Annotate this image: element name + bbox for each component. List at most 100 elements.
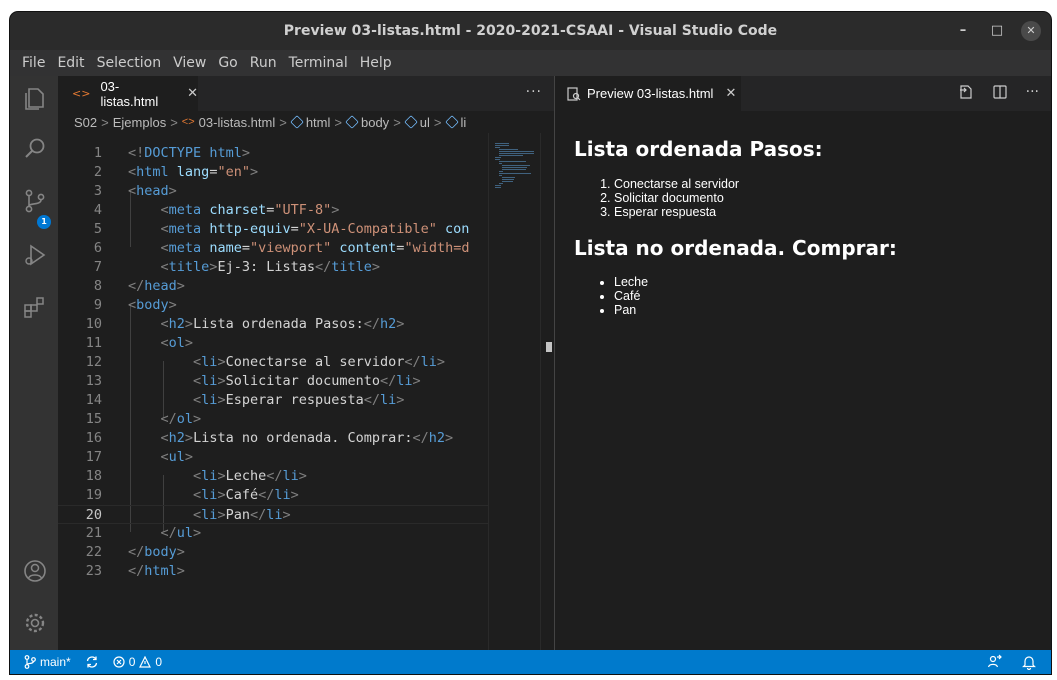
extensions-icon[interactable] bbox=[22, 294, 48, 320]
code-line[interactable]: 23 </html> bbox=[58, 562, 488, 581]
run-debug-icon[interactable] bbox=[22, 242, 48, 268]
code-line[interactable]: 18 <li>Leche</li> bbox=[58, 467, 488, 486]
minimap-line bbox=[502, 177, 515, 178]
breadcrumb-item[interactable]: html bbox=[306, 115, 331, 130]
problems-indicator[interactable]: 0 0 bbox=[113, 655, 162, 669]
line-number: 3 bbox=[93, 183, 102, 199]
menu-edit[interactable]: Edit bbox=[51, 50, 90, 76]
git-branch-icon bbox=[24, 655, 36, 669]
list-item: Conectarse al servidor bbox=[614, 177, 739, 191]
breadcrumb-item[interactable]: ul bbox=[420, 115, 430, 130]
code-line[interactable]: 17 <ul> bbox=[58, 448, 488, 467]
title-bar: Preview 03-listas.html - 2020-2021-CSAAI… bbox=[10, 12, 1051, 50]
code-text: <li>Conectarse al servidor</li> bbox=[193, 354, 446, 370]
close-tab-icon[interactable]: ✕ bbox=[187, 86, 198, 101]
menu-selection[interactable]: Selection bbox=[91, 50, 168, 76]
minimap-line bbox=[498, 171, 504, 172]
minimap-line bbox=[495, 157, 502, 158]
code-text: <li>Leche</li> bbox=[193, 468, 307, 484]
close-tab-icon[interactable]: ✕ bbox=[725, 86, 736, 101]
line-number: 1 bbox=[93, 145, 102, 161]
accounts-icon[interactable] bbox=[22, 558, 48, 584]
code-line[interactable]: 8 </head> bbox=[58, 277, 488, 296]
menu-view[interactable]: View bbox=[167, 50, 212, 76]
search-icon[interactable] bbox=[22, 136, 48, 162]
tab-preview-03-listas[interactable]: Preview 03-listas.html ✕ bbox=[555, 76, 741, 111]
code-line[interactable]: 19 <li>Café</li> bbox=[58, 486, 488, 505]
tab-03-listas-html[interactable]: <> 03-listas.html ✕ bbox=[58, 76, 198, 111]
sync-button[interactable] bbox=[85, 655, 99, 669]
minimap-line bbox=[495, 145, 510, 146]
minimap-line bbox=[498, 175, 503, 176]
code-line[interactable]: 21 </ul> bbox=[58, 524, 488, 543]
code-line[interactable]: 13 <li>Solicitar documento</li> bbox=[58, 372, 488, 391]
close-window-button[interactable]: ✕ bbox=[1021, 21, 1041, 41]
line-number: 4 bbox=[93, 202, 102, 218]
line-number: 21 bbox=[85, 525, 102, 541]
code-line[interactable]: 6 <meta name="viewport" content="width=d bbox=[58, 239, 488, 258]
line-number: 6 bbox=[93, 240, 102, 256]
minimap-line bbox=[498, 173, 531, 174]
notifications-bell-icon[interactable] bbox=[1021, 654, 1037, 670]
menu-run[interactable]: Run bbox=[244, 50, 283, 76]
menu-file[interactable]: File bbox=[16, 50, 51, 76]
live-share-icon[interactable] bbox=[987, 654, 1003, 670]
line-number: 23 bbox=[85, 563, 102, 579]
line-number: 18 bbox=[85, 468, 102, 484]
minimize-button[interactable]: – bbox=[953, 21, 973, 41]
code-line[interactable]: 22 </body> bbox=[58, 543, 488, 562]
more-actions-icon[interactable]: ··· bbox=[1026, 84, 1039, 100]
code-line[interactable]: 9 <body> bbox=[58, 296, 488, 315]
code-line[interactable]: 10 <h2>Lista ordenada Pasos:</h2> bbox=[58, 315, 488, 334]
code-line[interactable]: 2 <html lang="en"> bbox=[58, 163, 488, 182]
maximize-button[interactable]: □ bbox=[987, 21, 1007, 41]
code-line[interactable]: 11 <ol> bbox=[58, 334, 488, 353]
code-editor[interactable]: 1 <!DOCTYPE html> 2 <html lang="en"> 3 <head>… bbox=[58, 133, 488, 650]
breadcrumb-item[interactable]: li bbox=[461, 115, 467, 130]
branch-indicator[interactable]: main* bbox=[24, 655, 71, 669]
list-item: Esperar respuesta bbox=[614, 205, 739, 219]
breadcrumb-item[interactable]: 03-listas.html bbox=[199, 115, 276, 130]
error-count: 0 bbox=[128, 655, 136, 669]
explorer-icon[interactable] bbox=[22, 86, 48, 112]
line-number: 10 bbox=[85, 316, 102, 332]
symbol-element-icon bbox=[444, 115, 459, 129]
minimap-line bbox=[495, 185, 502, 186]
breadcrumb-item[interactable]: Ejemplos bbox=[113, 115, 166, 130]
code-text: <html lang="en"> bbox=[128, 164, 259, 180]
editor-scrollbar[interactable] bbox=[540, 133, 554, 650]
code-line[interactable]: 3 <head> bbox=[58, 182, 488, 201]
line-number: 14 bbox=[85, 392, 102, 408]
breadcrumb-item[interactable]: S02 bbox=[74, 115, 97, 130]
minimap-line bbox=[502, 169, 526, 170]
code-line[interactable]: 4 <meta charset="UTF-8"> bbox=[58, 201, 488, 220]
minimap-line bbox=[498, 161, 526, 162]
code-line[interactable]: 16 <h2>Lista no ordenada. Comprar:</h2> bbox=[58, 429, 488, 448]
code-line[interactable]: 7 <title>Ej-3: Listas</title> bbox=[58, 258, 488, 277]
code-line[interactable]: 20 <li>Pan</li> bbox=[58, 505, 488, 524]
html-file-icon: <> bbox=[72, 87, 91, 100]
preview-ordered-list: Conectarse al servidor Solicitar documen… bbox=[614, 177, 739, 219]
minimap-line bbox=[502, 167, 528, 168]
line-number: 5 bbox=[93, 221, 102, 237]
code-line[interactable]: 14 <li>Esperar respuesta</li> bbox=[58, 391, 488, 410]
breadcrumb-item[interactable]: body bbox=[361, 115, 389, 130]
preview-actions: ··· bbox=[958, 84, 1039, 100]
code-text: <meta name="viewport" content="width=d bbox=[160, 240, 470, 256]
more-actions-icon[interactable]: ··· bbox=[526, 84, 542, 100]
code-line[interactable]: 15 </ol> bbox=[58, 410, 488, 429]
window-controls: – □ ✕ bbox=[953, 21, 1041, 41]
code-line[interactable]: 1 <!DOCTYPE html> bbox=[58, 144, 488, 163]
code-line[interactable]: 12 <li>Conectarse al servidor</li> bbox=[58, 353, 488, 372]
minimap[interactable] bbox=[488, 133, 540, 650]
open-source-icon[interactable] bbox=[958, 84, 974, 100]
split-editor-icon[interactable] bbox=[992, 84, 1008, 100]
code-text: <head> bbox=[128, 183, 177, 199]
menu-terminal[interactable]: Terminal bbox=[283, 50, 354, 76]
menu-help[interactable]: Help bbox=[354, 50, 398, 76]
source-control-icon[interactable] bbox=[22, 188, 48, 214]
code-line[interactable]: 5 <meta http-equiv="X-UA-Compatible" con bbox=[58, 220, 488, 239]
line-number: 8 bbox=[93, 278, 102, 294]
menu-go[interactable]: Go bbox=[212, 50, 243, 76]
settings-gear-icon[interactable] bbox=[22, 610, 48, 636]
